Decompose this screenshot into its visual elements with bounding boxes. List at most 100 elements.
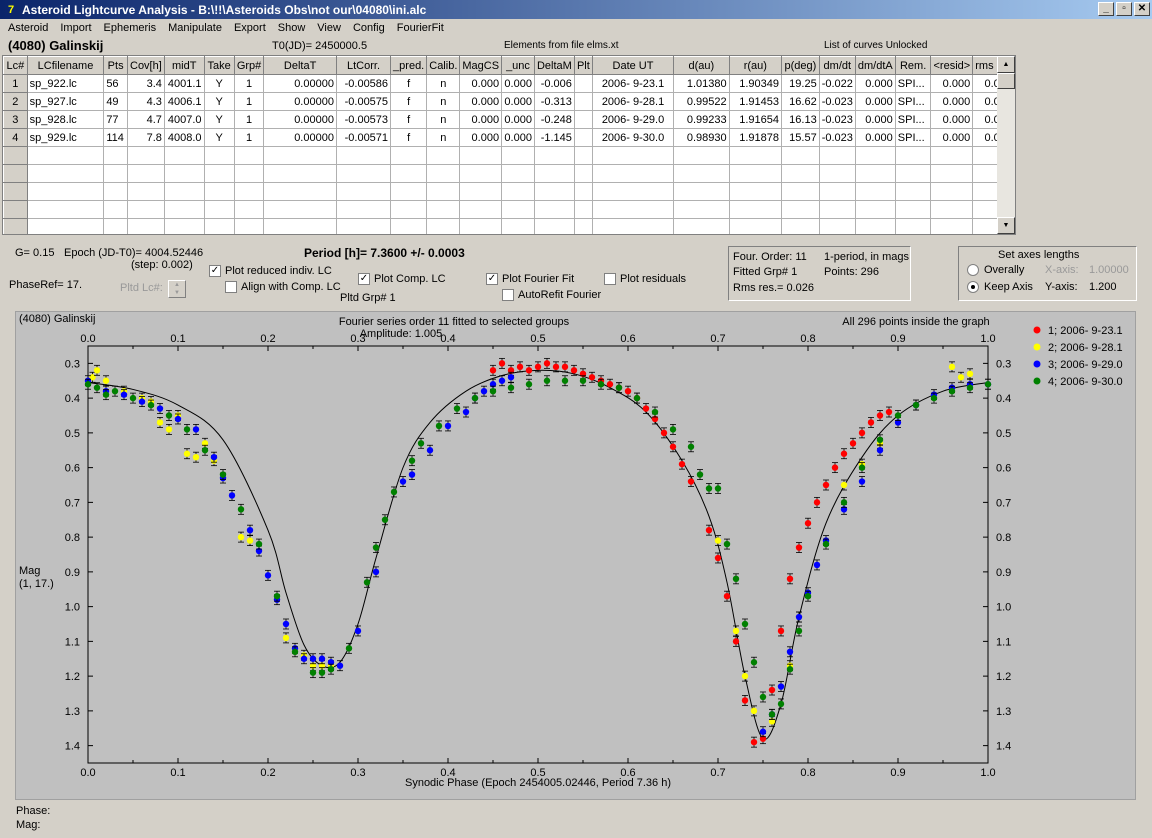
- table-cell[interactable]: [781, 182, 820, 201]
- row-header[interactable]: [3, 218, 28, 234]
- table-cell[interactable]: [126, 182, 165, 201]
- epoch-value[interactable]: Epoch (JD-T0)= 4004.52446: [64, 247, 203, 259]
- table-cell[interactable]: -0.006: [533, 74, 575, 93]
- table-cell[interactable]: [335, 218, 392, 234]
- table-cell[interactable]: [233, 164, 265, 183]
- table-cell[interactable]: -0.00575: [335, 92, 392, 111]
- table-cell[interactable]: 4006.1: [163, 92, 205, 111]
- table-cell[interactable]: [501, 200, 535, 219]
- table-cell[interactable]: -0.00571: [335, 128, 392, 147]
- table-cell[interactable]: [673, 218, 730, 234]
- table-cell[interactable]: 15.57: [781, 128, 820, 147]
- table-cell[interactable]: [894, 146, 932, 165]
- table-cell[interactable]: 1.90349: [728, 74, 783, 93]
- table-cell[interactable]: [263, 164, 337, 183]
- table-cell[interactable]: 0.000: [501, 128, 535, 147]
- table-cell[interactable]: 3.4: [126, 74, 165, 93]
- row-header[interactable]: [3, 200, 28, 219]
- table-cell[interactable]: [854, 164, 896, 183]
- table-cell[interactable]: [390, 182, 428, 201]
- table-cell[interactable]: -0.023: [818, 128, 856, 147]
- table-cell[interactable]: [673, 164, 730, 183]
- table-row-empty[interactable]: [3, 146, 1015, 165]
- table-cell[interactable]: [426, 200, 461, 219]
- table-cell[interactable]: [894, 218, 932, 234]
- table-cell[interactable]: 2006- 9-28.1: [591, 92, 675, 111]
- table-cell[interactable]: 2006- 9-23.1: [591, 74, 675, 93]
- row-header[interactable]: [3, 182, 28, 201]
- table-cell[interactable]: [26, 182, 105, 201]
- table-cell[interactable]: [233, 218, 265, 234]
- pltd-lc-spinner[interactable]: ▲ ▼: [168, 280, 186, 298]
- yaxis-value[interactable]: 1.200: [1089, 281, 1117, 293]
- row-header[interactable]: 2: [3, 92, 28, 111]
- table-cell[interactable]: SPI...: [894, 92, 932, 111]
- column-header[interactable]: Plt: [573, 56, 593, 75]
- table-cell[interactable]: 1.01380: [673, 74, 730, 93]
- table-cell[interactable]: [426, 164, 461, 183]
- menu-fourierfit[interactable]: FourierFit: [391, 22, 450, 34]
- table-cell[interactable]: [573, 164, 593, 183]
- plot-reduced-checkbox[interactable]: ✓ Plot reduced indiv. LC: [209, 265, 332, 277]
- table-cell[interactable]: [26, 164, 105, 183]
- table-cell[interactable]: 0.000: [930, 110, 974, 129]
- table-cell[interactable]: -0.023: [818, 92, 856, 111]
- menu-config[interactable]: Config: [347, 22, 391, 34]
- table-cell[interactable]: 0.00000: [263, 92, 337, 111]
- table-cell[interactable]: [673, 182, 730, 201]
- table-cell[interactable]: 0.000: [459, 110, 503, 129]
- table-cell[interactable]: 2006- 9-30.0: [591, 128, 675, 147]
- table-cell[interactable]: n: [426, 128, 461, 147]
- table-cell[interactable]: [163, 146, 205, 165]
- table-cell[interactable]: [781, 146, 820, 165]
- table-cell[interactable]: [533, 200, 575, 219]
- table-cell[interactable]: [930, 164, 974, 183]
- column-header[interactable]: dm/dt: [818, 56, 856, 75]
- row-header[interactable]: 3: [3, 110, 28, 129]
- table-cell[interactable]: [459, 218, 503, 234]
- phase-ref[interactable]: PhaseRef= 17.: [9, 279, 82, 291]
- table-row-empty[interactable]: [3, 182, 1015, 201]
- table-cell[interactable]: [573, 218, 593, 234]
- column-header[interactable]: DeltaM: [533, 56, 575, 75]
- plot-fourier-checkbox[interactable]: ✓ Plot Fourier Fit: [486, 273, 574, 285]
- table-cell[interactable]: 7.8: [126, 128, 165, 147]
- table-cell[interactable]: 0.99522: [673, 92, 730, 111]
- table-cell[interactable]: 1: [233, 110, 265, 129]
- column-header[interactable]: _unc: [501, 56, 535, 75]
- overall-radio[interactable]: Overally: [967, 264, 1024, 276]
- table-cell[interactable]: [335, 200, 392, 219]
- table-cell[interactable]: [233, 200, 265, 219]
- table-cell[interactable]: [930, 200, 974, 219]
- table-cell[interactable]: [335, 146, 392, 165]
- keep-axis-radio[interactable]: Keep Axis: [967, 281, 1033, 293]
- table-cell[interactable]: 0.000: [854, 110, 896, 129]
- table-cell[interactable]: [163, 218, 205, 234]
- table-cell[interactable]: 1.91654: [728, 110, 783, 129]
- table-cell[interactable]: sp_929.lc: [26, 128, 105, 147]
- column-header[interactable]: Take: [203, 56, 235, 75]
- column-header[interactable]: dm/dtA: [854, 56, 896, 75]
- table-cell[interactable]: [126, 164, 165, 183]
- table-cell[interactable]: [426, 146, 461, 165]
- close-button[interactable]: ✕: [1134, 2, 1150, 16]
- table-cell[interactable]: [573, 92, 593, 111]
- table-cell[interactable]: 0.99233: [673, 110, 730, 129]
- table-cell[interactable]: [263, 146, 337, 165]
- table-cell[interactable]: [781, 200, 820, 219]
- table-cell[interactable]: [203, 182, 235, 201]
- table-cell[interactable]: 0.000: [501, 110, 535, 129]
- table-cell[interactable]: [103, 182, 128, 201]
- table-cell[interactable]: 16.13: [781, 110, 820, 129]
- table-cell[interactable]: 0.98930: [673, 128, 730, 147]
- table-cell[interactable]: 0.000: [854, 92, 896, 111]
- table-cell[interactable]: [203, 146, 235, 165]
- table-cell[interactable]: [263, 218, 337, 234]
- table-cell[interactable]: [103, 218, 128, 234]
- table-cell[interactable]: [894, 164, 932, 183]
- table-row-empty[interactable]: [3, 218, 1015, 234]
- table-row[interactable]: 2 sp_927.lc 49 4.3 4006.1 Y 1 0.00000 -0.00575 f n…: [3, 92, 1015, 111]
- menu-export[interactable]: Export: [228, 22, 272, 34]
- table-cell[interactable]: [163, 164, 205, 183]
- table-cell[interactable]: [263, 182, 337, 201]
